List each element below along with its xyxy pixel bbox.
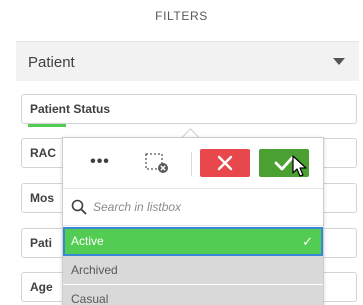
listbox-search	[63, 188, 323, 226]
filter-label: Mos	[30, 191, 54, 205]
list-item-label: Archived	[71, 263, 118, 277]
filter-label: Patient Status	[30, 102, 111, 116]
filter-patient-status[interactable]: Patient Status	[21, 94, 357, 124]
cancel-selection-button[interactable]	[200, 149, 250, 177]
list-item-label: Casual	[71, 292, 109, 305]
list-item-label: Active	[71, 234, 104, 248]
selection-toolbar: •••	[63, 138, 323, 188]
clear-selection-icon	[145, 153, 168, 173]
caret-down-icon[interactable]	[333, 58, 345, 65]
checkmark-icon: ✓	[302, 234, 313, 249]
search-icon	[71, 199, 87, 215]
list-item-casual[interactable]: Casual	[63, 285, 323, 305]
clear-selection-button[interactable]	[143, 151, 171, 175]
filter-label: RAC	[30, 146, 56, 160]
filters-title: FILTERS	[155, 9, 208, 23]
mouse-cursor-icon	[292, 155, 307, 177]
listbox-popover: ••• Active ✓ Arch	[62, 137, 324, 305]
section-header-patient[interactable]: Patient	[16, 41, 359, 81]
list-item-active[interactable]: Active ✓	[63, 227, 323, 256]
search-input[interactable]	[93, 197, 313, 217]
filter-label: Age	[30, 280, 53, 294]
selection-progress-bar	[28, 124, 66, 127]
list-item-archived[interactable]: Archived	[63, 256, 323, 285]
section-label: Patient	[28, 54, 75, 71]
more-options-button[interactable]: •••	[85, 152, 115, 176]
cancel-x-icon	[217, 155, 233, 171]
filter-label: Pati	[30, 236, 53, 250]
toolbar-divider	[191, 152, 192, 176]
